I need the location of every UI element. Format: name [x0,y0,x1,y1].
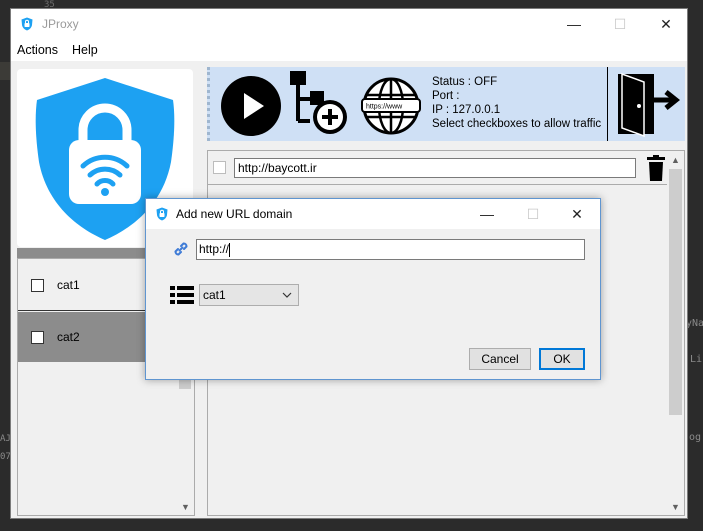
start-proxy-button[interactable] [220,75,282,137]
add-url-button[interactable]: https://www [360,75,422,137]
add-url-dialog: Add new URL domain — ☐ ✕ http:// cat1 Ca… [145,198,601,380]
scrollbar-thumb[interactable] [669,169,682,415]
url-checkbox[interactable] [213,161,226,174]
category-label: cat1 [57,278,80,292]
dialog-close-button[interactable]: ✕ [554,199,600,229]
url-input-value: http:// [199,242,230,256]
url-scrollbar[interactable]: ▲ ▼ [667,151,684,515]
list-icon [170,286,194,304]
dialog-minimize-button[interactable]: — [464,199,510,229]
menu-bar: Actions Help [11,39,687,61]
category-checkbox[interactable] [31,330,44,344]
play-icon [221,76,281,136]
background-stripe [0,62,10,80]
url-field[interactable]: http://baycott.ir [234,157,636,178]
category-checkbox[interactable] [31,278,44,292]
toolbar: https://www Status : OFF Port : IP : 127… [207,67,685,141]
cancel-button[interactable]: Cancel [469,348,531,370]
scroll-down-arrow-icon[interactable]: ▼ [177,498,194,515]
window-title: JProxy [42,17,79,31]
trash-icon[interactable] [646,154,666,181]
title-bar[interactable]: JProxy — ☐ ✕ [11,9,687,39]
chevron-down-icon [282,292,292,298]
status-panel: Status : OFF Port : IP : 127.0.0.1 Selec… [432,75,601,131]
category-label: cat2 [57,330,80,344]
port-text: Port : [432,90,460,102]
minimize-button[interactable]: — [551,9,597,39]
category-select-value: cat1 [203,288,226,302]
toolbar-divider [607,67,608,141]
category-select[interactable]: cat1 [199,284,299,306]
scroll-down-arrow-icon[interactable]: ▼ [667,498,684,515]
ok-button[interactable]: OK [539,348,585,370]
ip-text: IP : 127.0.0.1 [432,104,501,116]
menu-help[interactable]: Help [72,43,104,57]
background-snippet: Li [690,354,703,365]
maximize-button[interactable]: ☐ [597,9,643,39]
close-button[interactable]: ✕ [643,9,689,39]
status-text: Status : OFF [432,76,498,88]
add-category-button[interactable] [286,69,354,137]
dialog-title: Add new URL domain [176,207,293,221]
app-shield-icon [21,17,33,31]
background-snippet: og [689,432,702,443]
globe-url-label: https://www [366,104,403,111]
dialog-maximize-button[interactable]: ☐ [510,199,556,229]
background-editor-edge: yNa Li og [686,0,703,531]
url-input[interactable]: http:// [196,239,585,260]
globe-url-icon: https://www [361,77,421,135]
hint-text: Select checkboxes to allow traffic [432,118,602,130]
list-item-url[interactable]: http://baycott.ir [208,151,667,185]
app-shield-icon [156,207,168,221]
scrollbar-thumb[interactable] [179,379,191,389]
link-icon [174,242,188,256]
menu-actions[interactable]: Actions [17,43,64,57]
scroll-up-arrow-icon[interactable]: ▲ [667,151,684,168]
exit-button[interactable] [614,70,682,138]
add-category-icon [290,71,347,134]
background-snippet: yNa [686,318,703,329]
dialog-title-bar[interactable]: Add new URL domain — ☐ ✕ [146,199,600,229]
exit-door-icon [618,72,681,138]
text-caret [229,242,231,257]
